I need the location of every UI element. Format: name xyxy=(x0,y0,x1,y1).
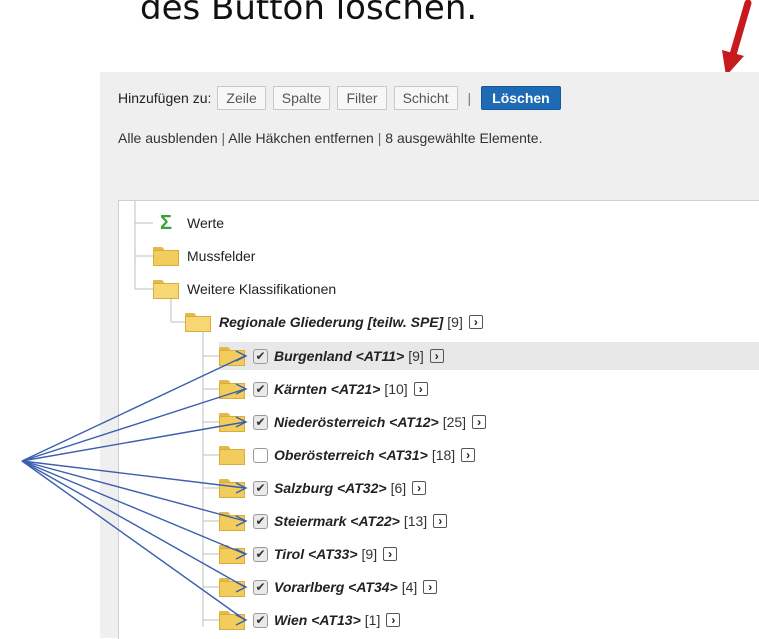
expand-icon[interactable]: › xyxy=(472,415,487,429)
region-count: [10] xyxy=(384,381,408,397)
folder-open-icon xyxy=(185,312,211,332)
region-count: [4] xyxy=(401,579,418,595)
expand-icon[interactable]: › xyxy=(413,382,428,396)
region-label: Steiermark <AT22> xyxy=(274,513,400,529)
region-checkbox[interactable] xyxy=(253,447,268,463)
region-checkbox[interactable]: ✔ xyxy=(253,579,268,595)
expand-icon[interactable]: › xyxy=(433,514,448,528)
region-checkbox[interactable]: ✔ xyxy=(253,480,268,496)
add-to-label: Hinzufügen zu: xyxy=(118,90,212,106)
region-checkbox[interactable]: ✔ xyxy=(253,381,268,397)
selection-panel: Hinzufügen zu: Zeile Spalte Filter Schic… xyxy=(100,72,759,639)
region-row[interactable]: ✔ Tirol <AT33> [9] › xyxy=(219,540,398,568)
folder-icon xyxy=(219,346,245,366)
folder-icon xyxy=(219,445,245,465)
expand-icon[interactable]: › xyxy=(468,315,483,329)
region-count: [9] xyxy=(408,348,424,364)
tree-node-regional-group[interactable]: Regionale Gliederung [teilw. SPE] [9] › xyxy=(185,308,483,336)
region-row[interactable]: ✔ Vorarlberg <AT34> [4] › xyxy=(219,573,438,601)
region-count: [9] xyxy=(361,546,378,562)
region-row[interactable]: ✔ Wien <AT13> [1] › xyxy=(219,606,401,634)
tree-node-label: Mussfelder xyxy=(187,248,256,264)
selection-links: Alle ausblenden | Alle Häkchen entfernen… xyxy=(118,130,542,146)
tree-node-values[interactable]: Σ Werte xyxy=(153,209,224,237)
folder-icon xyxy=(219,379,245,399)
region-checkbox[interactable]: ✔ xyxy=(253,546,268,562)
instruction-heading: des Button löschen. xyxy=(140,0,478,28)
region-checkbox[interactable]: ✔ xyxy=(253,513,268,529)
region-label: Kärnten <AT21> xyxy=(274,381,381,397)
toolbar: Hinzufügen zu: Zeile Spalte Filter Schic… xyxy=(118,86,561,110)
add-row-button[interactable]: Zeile xyxy=(217,86,266,110)
region-row[interactable]: ✔ Kärnten <AT21> [10] › xyxy=(219,375,428,403)
folder-icon xyxy=(219,577,245,597)
sigma-icon: Σ xyxy=(159,211,172,234)
expand-icon[interactable]: › xyxy=(429,349,444,363)
classification-tree: Σ Werte Mussfelder Weitere Klassifikatio… xyxy=(118,200,759,639)
region-label: Salzburg <AT32> xyxy=(274,480,387,496)
region-count: [13] xyxy=(403,513,428,529)
tree-node-label: Weitere Klassifikationen xyxy=(187,281,337,297)
region-label: Vorarlberg <AT34> xyxy=(274,579,398,595)
group-count: [9] xyxy=(447,314,463,330)
region-label: Wien <AT13> xyxy=(274,612,361,628)
group-label: Regionale Gliederung [teilw. SPE] xyxy=(219,314,444,330)
region-row[interactable]: ✔ Steiermark <AT22> [13] › xyxy=(219,507,448,535)
folder-icon xyxy=(219,544,245,564)
expand-icon[interactable]: › xyxy=(412,481,427,495)
hide-all-link[interactable]: Alle ausblenden xyxy=(118,130,218,146)
region-checkbox[interactable]: ✔ xyxy=(253,612,268,628)
region-row[interactable]: ✔ Burgenland <AT11> [9] › xyxy=(219,342,759,370)
add-filter-button[interactable]: Filter xyxy=(337,86,387,110)
folder-icon xyxy=(219,511,245,531)
folder-open-icon xyxy=(153,279,179,299)
region-checkbox[interactable]: ✔ xyxy=(253,414,268,430)
selected-count-text: 8 ausgewählte Elemente. xyxy=(385,130,543,146)
add-column-button[interactable]: Spalte xyxy=(272,86,331,110)
region-checkbox[interactable]: ✔ xyxy=(253,348,268,364)
red-arrow-annotation xyxy=(722,0,752,76)
expand-icon[interactable]: › xyxy=(423,580,438,594)
folder-icon xyxy=(219,610,245,630)
region-label: Burgenland <AT11> xyxy=(274,348,405,364)
region-label: Tirol <AT33> xyxy=(274,546,358,562)
tree-node-mandatory[interactable]: Mussfelder xyxy=(153,242,255,270)
add-layer-button[interactable]: Schicht xyxy=(393,86,458,110)
delete-button[interactable]: Löschen xyxy=(481,86,561,110)
region-count: [1] xyxy=(364,612,381,628)
folder-icon xyxy=(219,412,245,432)
expand-icon[interactable]: › xyxy=(461,448,476,462)
region-label: Oberösterreich <AT31> xyxy=(274,447,428,463)
region-row[interactable]: ✔ Niederösterreich <AT12> [25] › xyxy=(219,408,487,436)
region-count: [18] xyxy=(431,447,456,463)
region-row[interactable]: Oberösterreich <AT31> [18] › xyxy=(219,441,476,469)
region-count: [25] xyxy=(442,414,467,430)
tree-node-label: Werte xyxy=(187,215,225,231)
expand-icon[interactable]: › xyxy=(386,613,401,627)
toolbar-separator: | xyxy=(467,90,472,106)
folder-icon xyxy=(219,478,245,498)
region-row[interactable]: ✔ Salzburg <AT32> [6] › xyxy=(219,474,427,502)
remove-checks-link[interactable]: Alle Häkchen entfernen xyxy=(228,130,374,146)
folder-icon xyxy=(153,246,179,266)
region-count: [6] xyxy=(390,480,407,496)
expand-icon[interactable]: › xyxy=(383,547,398,561)
tree-node-classifications[interactable]: Weitere Klassifikationen xyxy=(153,275,336,303)
region-label: Niederösterreich <AT12> xyxy=(274,414,439,430)
